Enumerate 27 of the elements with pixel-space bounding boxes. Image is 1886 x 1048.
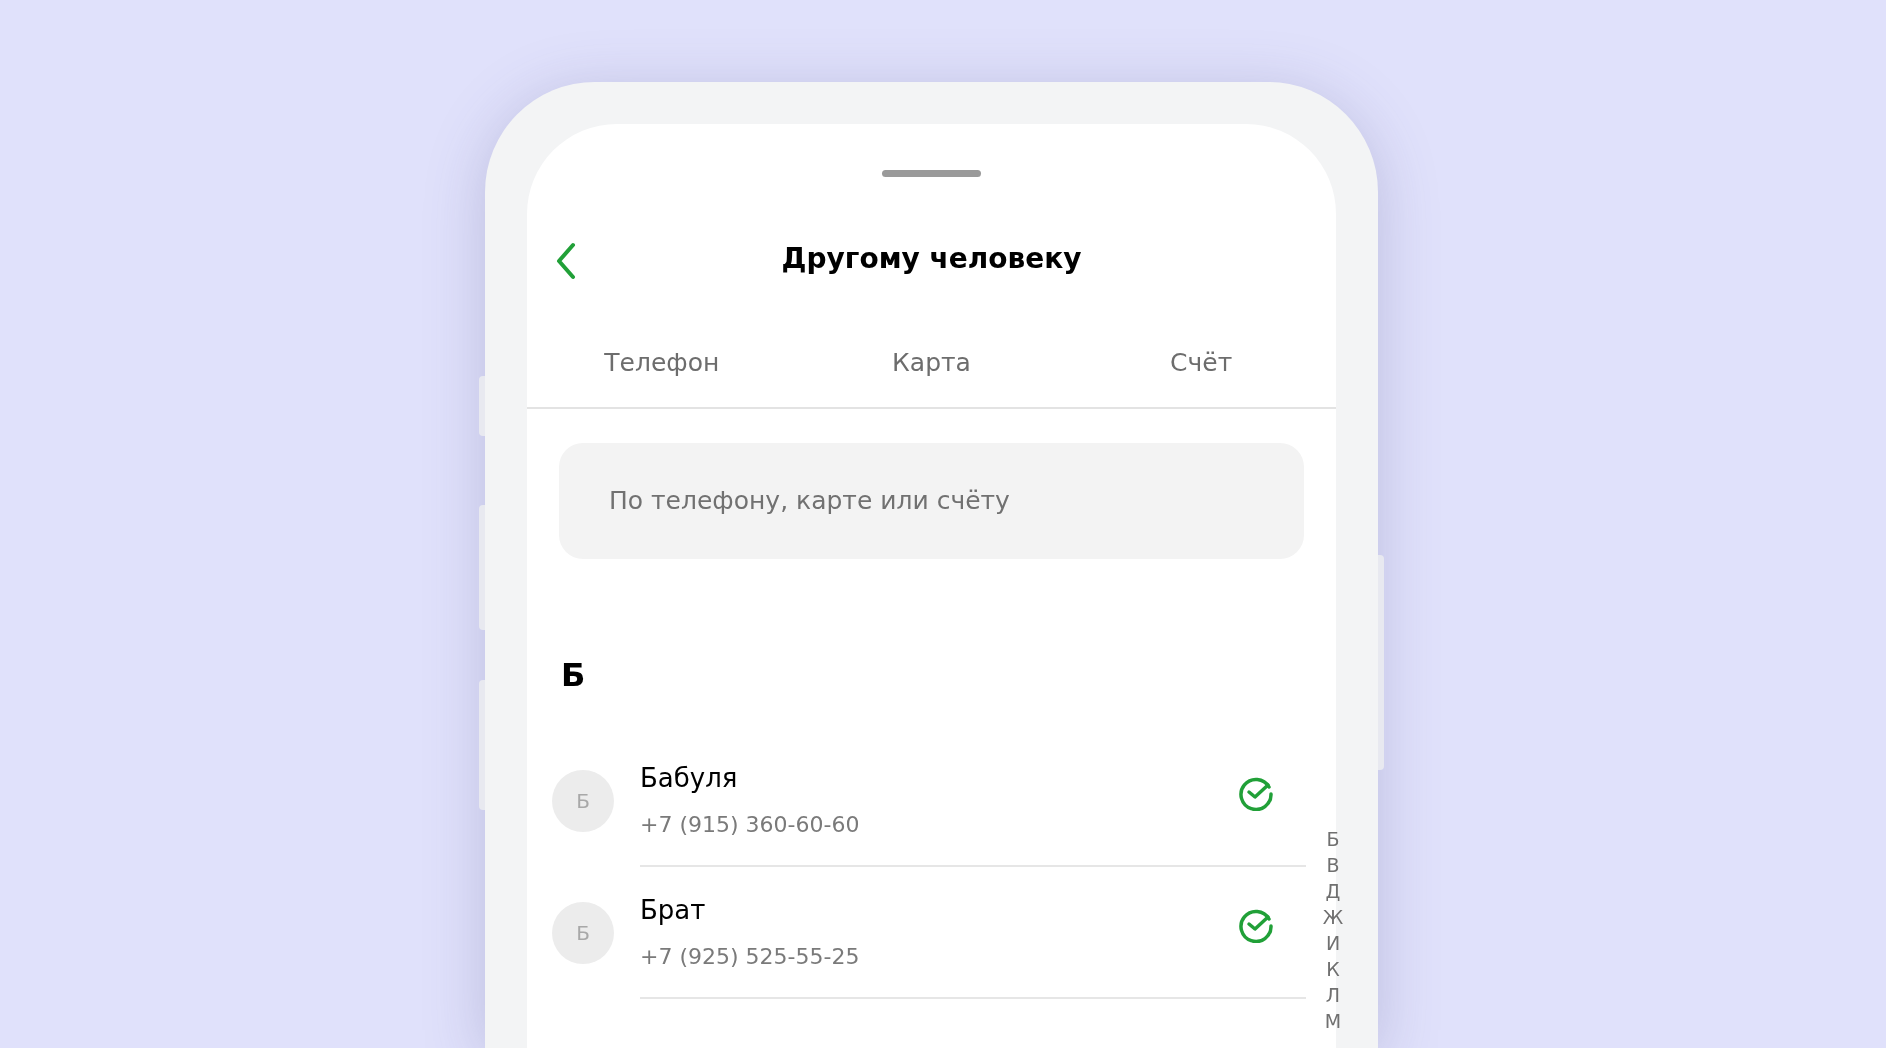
contact-phone: +7 (925) 525-55-25 xyxy=(640,943,860,971)
index-letter[interactable]: В xyxy=(1326,852,1340,878)
contact-phone: +7 (915) 360-60-60 xyxy=(640,811,860,839)
side-button[interactable] xyxy=(1378,555,1384,770)
avatar: Б xyxy=(552,770,614,832)
side-button[interactable] xyxy=(479,376,485,436)
contact-name: Бабуля xyxy=(640,762,738,795)
index-letter[interactable]: Д xyxy=(1325,878,1341,904)
tab[interactable]: Счёт xyxy=(1066,319,1336,407)
contact-row[interactable]: Б Брат +7 (925) 525-55-25 xyxy=(527,867,1306,999)
index-letter[interactable]: Б xyxy=(1326,826,1340,852)
screen-title: Другому человеку xyxy=(781,241,1082,277)
tab[interactable]: Телефон xyxy=(527,319,797,407)
index-letter[interactable]: М xyxy=(1324,1008,1342,1034)
contact-row[interactable]: Б Бабуля +7 (915) 360-60-60 xyxy=(527,735,1306,867)
contact-name: Брат xyxy=(640,894,706,927)
search-input[interactable]: По телефону, карте или счёту xyxy=(609,482,1254,520)
index-letter[interactable]: И xyxy=(1325,930,1341,956)
section-letter: Б xyxy=(561,655,586,695)
side-button[interactable] xyxy=(479,505,485,630)
index-letter[interactable]: К xyxy=(1326,956,1340,982)
index-letter[interactable]: Л xyxy=(1325,982,1341,1008)
search-field[interactable]: По телефону, карте или счёту xyxy=(559,443,1304,559)
index-letter[interactable]: Ж xyxy=(1322,904,1344,930)
tab[interactable]: Карта xyxy=(796,319,1067,407)
side-button[interactable] xyxy=(479,680,485,810)
avatar: Б xyxy=(552,902,614,964)
